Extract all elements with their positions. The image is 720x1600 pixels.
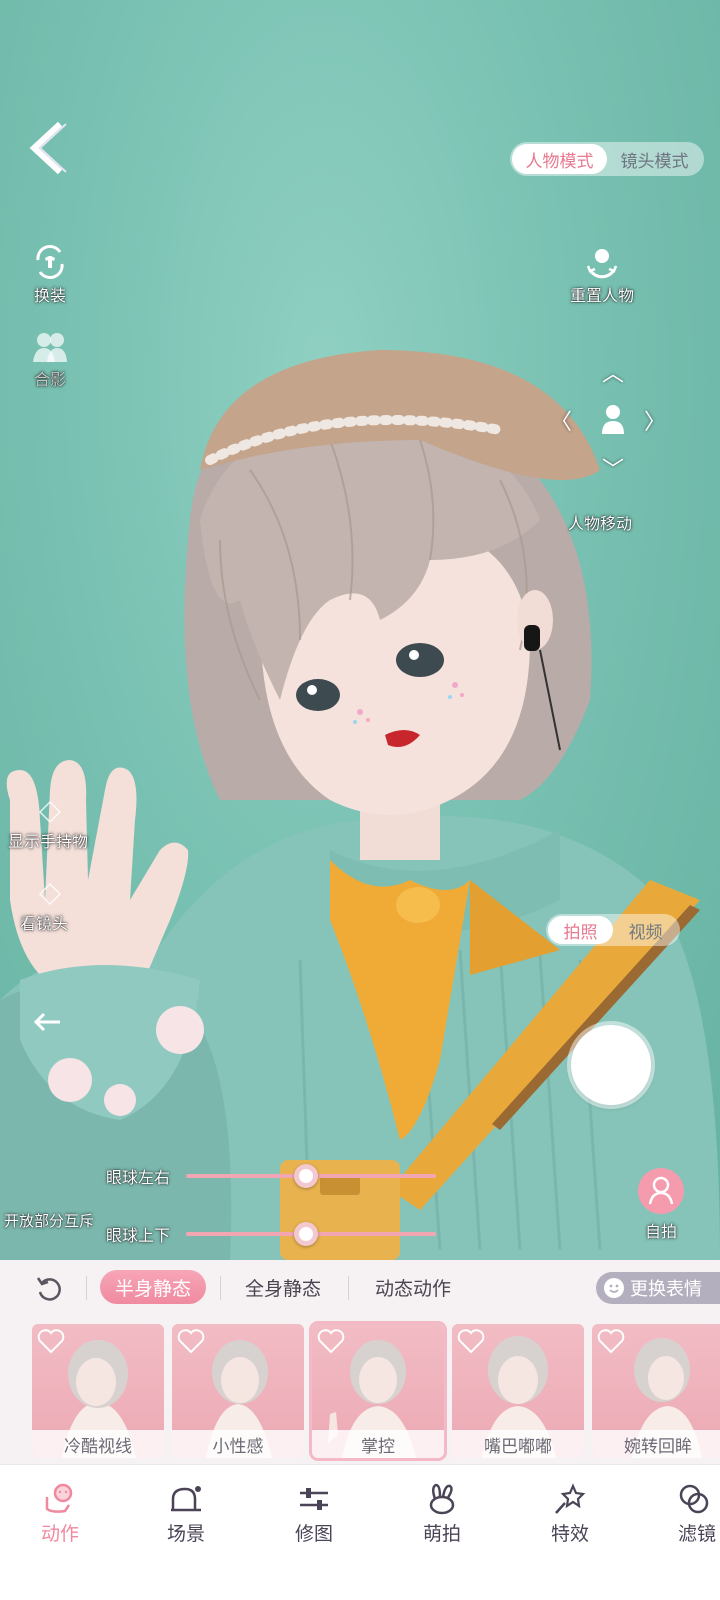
diamond-checkbox-icon [38,800,62,824]
eye-vertical-slider[interactable] [186,1222,436,1246]
outfit-swap-icon [36,245,64,279]
divider [220,1276,221,1300]
nav-effects-label: 特效 [550,1523,589,1545]
pose-card[interactable]: 小性感 [172,1324,304,1458]
undo-arrow-icon[interactable] [32,1010,64,1036]
divider [86,1276,87,1300]
pose-panel: 半身静态 全身静态 动态动作 更换表情 冷酷视线 小性感 掌控 嘴巴嘟嘟 婉转回… [0,1260,720,1600]
heart-icon[interactable] [37,1328,65,1354]
pose-name: 婉转回眸 [592,1430,720,1458]
pose-card[interactable]: 嘴巴嘟嘟 [452,1324,584,1458]
selfie-person-icon [648,1176,674,1205]
slider-thumb[interactable] [294,1222,318,1246]
change-expression-label: 更换表情 [630,1279,702,1300]
heart-icon[interactable] [457,1328,485,1354]
divider [348,1276,349,1300]
bunny-icon [429,1483,455,1515]
diamond-checkbox-icon [38,882,62,906]
pose-name: 嘴巴嘟嘟 [452,1430,584,1458]
capture-photo[interactable]: 拍照 [548,916,613,944]
bottom-nav: 动作 场景 修图 萌拍 特效 滤镜 [0,1464,720,1600]
look-camera-toggle[interactable]: 看镜头 [20,882,100,934]
eye-horizontal-label: 眼球左右 [106,1168,171,1187]
pose-card[interactable]: 婉转回眸 [592,1324,720,1458]
nav-action[interactable]: 动作 [20,1483,100,1546]
action-hand-icon [45,1483,73,1513]
change-expression-button[interactable]: 更换表情 [596,1272,720,1304]
move-down-icon[interactable]: ﹀ [602,452,624,484]
nav-retouch[interactable]: 修图 [274,1483,354,1546]
nav-retouch-label: 修图 [294,1523,333,1545]
nav-action-label: 动作 [40,1523,79,1545]
group-photo-label: 合影 [33,370,66,389]
open-part-interact-label[interactable]: 开放部分互斥 [4,1210,94,1231]
heart-icon[interactable] [317,1328,345,1354]
filter-icon [679,1484,709,1514]
nav-scene-label: 场景 [166,1523,205,1545]
mode-camera[interactable]: 镜头模式 [607,144,702,174]
pose-name: 掌控 [312,1430,444,1458]
outfit-button[interactable]: 换装 [22,244,78,306]
nav-cute-shot[interactable]: 萌拍 [402,1483,482,1546]
nav-cute-shot-label: 萌拍 [422,1523,461,1545]
outfit-label: 换装 [33,286,66,305]
nav-filter[interactable]: 滤镜 [660,1483,720,1546]
selfie-label: 自拍 [645,1222,678,1241]
move-up-icon[interactable]: ︿ [602,356,624,388]
group-people-icon [33,333,67,362]
heart-icon[interactable] [177,1328,205,1354]
move-character-label: 人物移动 [568,514,633,533]
magic-wand-icon [555,1483,586,1514]
heart-icon[interactable] [597,1328,625,1354]
character-move-pad: ︿ 〈 〉 ﹀ [550,360,676,490]
show-handheld-label: 显示手持物 [8,832,89,851]
move-left-icon[interactable]: 〈 [550,404,572,436]
chevron-left-icon [29,121,67,175]
slider-thumb[interactable] [294,1164,318,1188]
reset-pose-icon[interactable] [34,1274,64,1304]
pose-list: 冷酷视线 小性感 掌控 嘴巴嘟嘟 婉转回眸 [0,1318,720,1478]
capture-video[interactable]: 视频 [613,916,678,944]
selfie-button[interactable] [638,1168,684,1214]
show-handheld-toggle[interactable]: 显示手持物 [8,800,98,852]
reset-character-button[interactable]: 重置人物 [562,244,642,306]
back-button[interactable] [26,120,72,176]
tab-dynamic-action[interactable]: 动态动作 [360,1270,466,1304]
eye-horizontal-slider[interactable] [186,1164,436,1188]
smiley-icon [604,1278,624,1298]
tab-full-static[interactable]: 全身静态 [230,1270,336,1304]
mode-toggle: 人物模式 镜头模式 [510,142,704,176]
reset-character-label: 重置人物 [569,286,634,305]
shutter-button[interactable] [571,1025,651,1105]
group-photo-button[interactable]: 合影 [22,330,78,390]
camera-viewport[interactable]: 人物模式 镜头模式 换装 合影 重置人物 ︿ 〈 〉 ﹀ 人物移动 显示手持物 … [0,0,720,1260]
pose-card-selected[interactable]: 掌控 [312,1324,444,1458]
nav-filter-label: 滤镜 [678,1523,717,1545]
look-camera-label: 看镜头 [20,914,69,933]
eye-vertical-label: 眼球上下 [106,1226,171,1245]
nav-scene[interactable]: 场景 [146,1483,226,1546]
tab-half-static[interactable]: 半身静态 [100,1270,206,1304]
scene-icon [171,1486,201,1512]
sliders-icon [300,1488,328,1510]
pose-card[interactable]: 冷酷视线 [32,1324,164,1458]
move-right-icon[interactable]: 〉 [644,404,666,436]
nav-effects[interactable]: 特效 [530,1483,610,1546]
pose-name: 小性感 [172,1430,304,1458]
person-icon [602,405,624,434]
pose-tabs: 半身静态 全身静态 动态动作 更换表情 [0,1260,720,1316]
mode-character[interactable]: 人物模式 [512,144,607,174]
capture-mode-toggle: 拍照 视频 [546,914,680,946]
reset-person-icon [586,249,618,279]
pose-name: 冷酷视线 [32,1430,164,1458]
